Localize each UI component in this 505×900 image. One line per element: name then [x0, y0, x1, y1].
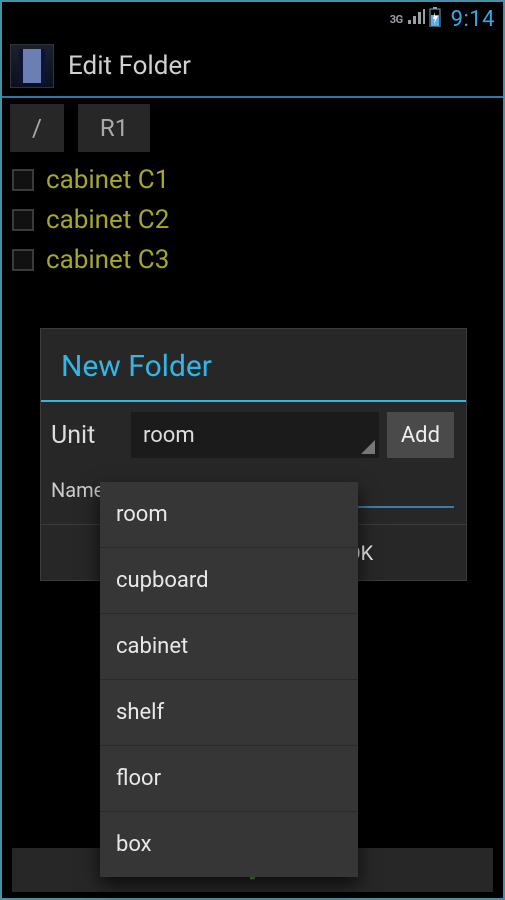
- dropdown-item[interactable]: floor: [100, 746, 358, 812]
- signal-icon: [407, 9, 425, 29]
- folder-label: cabinet C3: [46, 245, 169, 275]
- status-bar: 3G 9:14: [2, 2, 503, 36]
- dropdown-item[interactable]: cupboard: [100, 548, 358, 614]
- list-item[interactable]: cabinet C1: [12, 160, 493, 200]
- unit-spinner[interactable]: room: [131, 412, 379, 458]
- network-3g-icon: 3G: [390, 13, 403, 26]
- dialog-title: New Folder: [41, 329, 466, 402]
- checkbox[interactable]: [12, 169, 34, 191]
- checkbox[interactable]: [12, 209, 34, 231]
- list-item[interactable]: cabinet C3: [12, 240, 493, 280]
- unit-dropdown: room cupboard cabinet shelf floor box: [100, 482, 358, 877]
- unit-value: room: [143, 423, 195, 448]
- folder-list: cabinet C1 cabinet C2 cabinet C3: [2, 152, 503, 288]
- dropdown-item[interactable]: room: [100, 482, 358, 548]
- breadcrumb: / R1: [2, 98, 503, 152]
- breadcrumb-root-button[interactable]: /: [10, 104, 64, 152]
- page-title: Edit Folder: [68, 51, 191, 81]
- add-button[interactable]: Add: [387, 412, 454, 458]
- unit-label: Unit: [51, 421, 123, 450]
- dropdown-item[interactable]: cabinet: [100, 614, 358, 680]
- checkbox[interactable]: [12, 249, 34, 271]
- battery-icon: [429, 7, 441, 31]
- folder-label: cabinet C2: [46, 205, 169, 235]
- list-item[interactable]: cabinet C2: [12, 200, 493, 240]
- breadcrumb-current-button[interactable]: R1: [78, 104, 150, 152]
- app-bar: Edit Folder: [2, 36, 503, 98]
- folder-label: cabinet C1: [46, 165, 169, 195]
- app-icon: [10, 44, 54, 88]
- clock-text: 9:14: [451, 7, 495, 32]
- dropdown-item[interactable]: shelf: [100, 680, 358, 746]
- dropdown-item[interactable]: box: [100, 812, 358, 877]
